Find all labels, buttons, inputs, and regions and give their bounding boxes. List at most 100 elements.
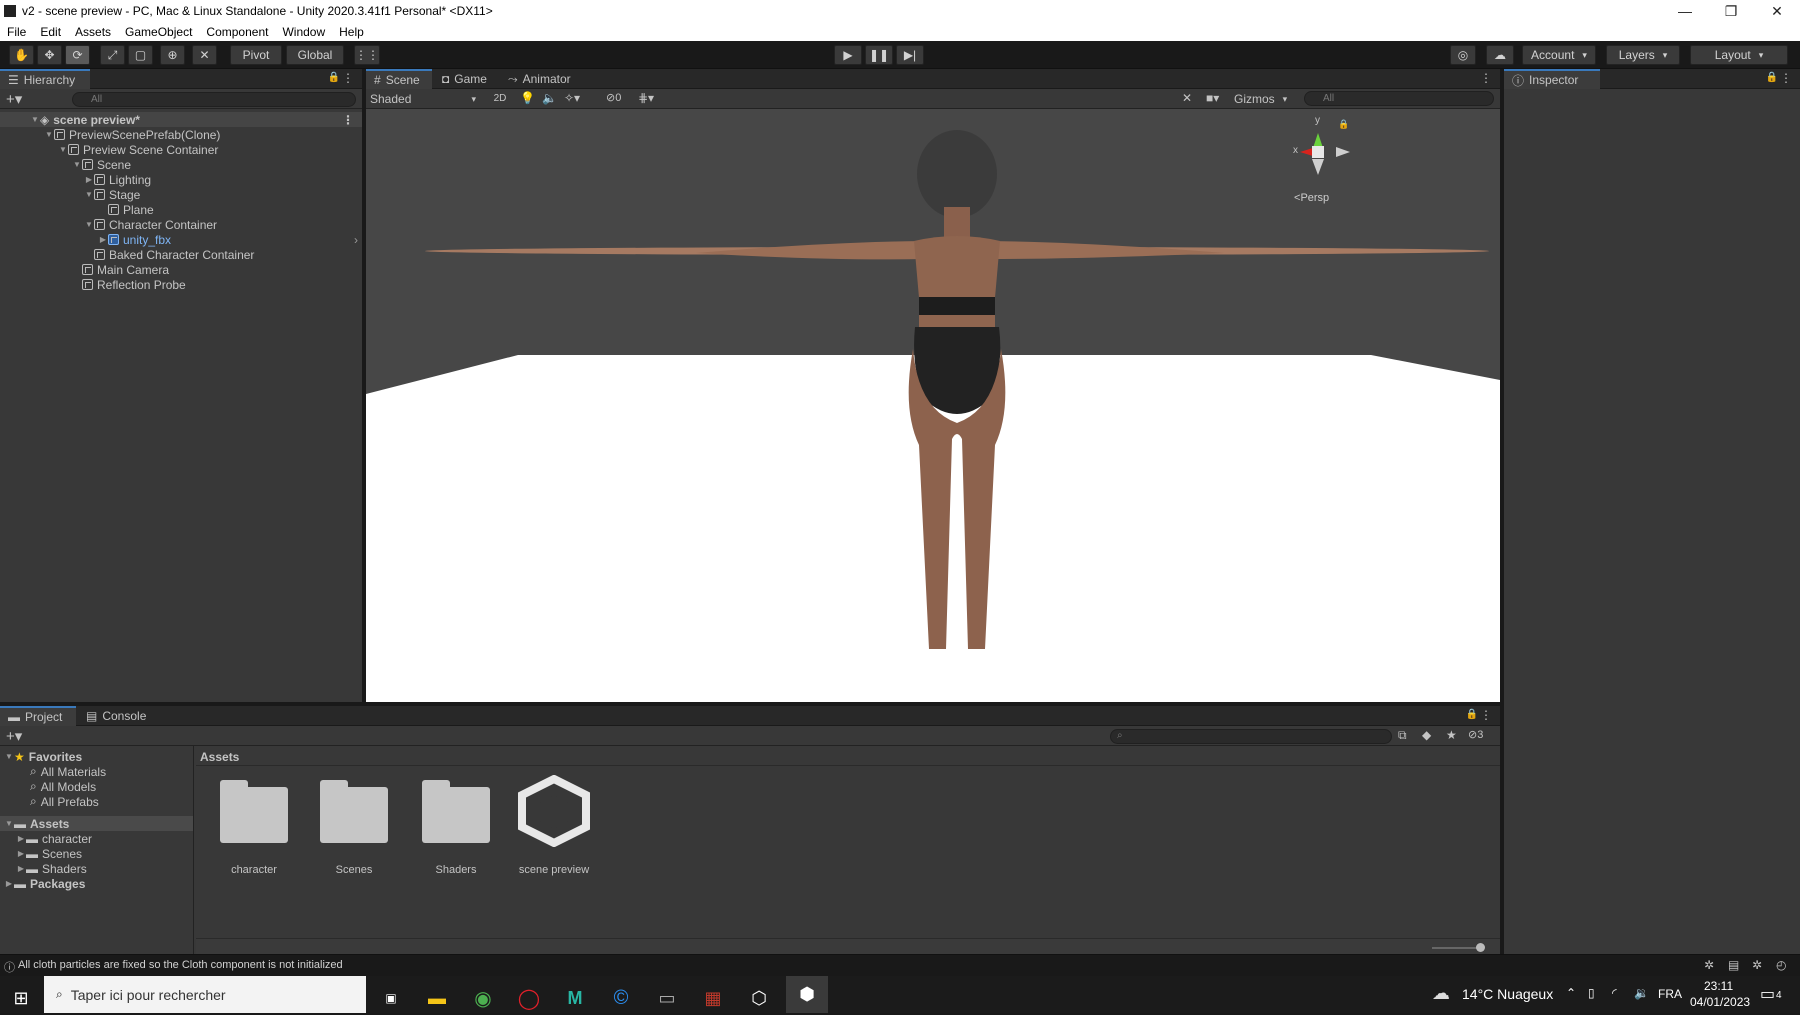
tab-animator[interactable]: ⤳ Animator: [500, 69, 580, 89]
tab-scene[interactable]: # Scene: [366, 69, 432, 89]
close-icon[interactable]: ✕: [1754, 3, 1800, 20]
transform-tool-icon[interactable]: ⊕: [160, 45, 185, 65]
tab-hierarchy[interactable]: ☰ Hierarchy: [0, 69, 90, 89]
progress-icon[interactable]: ◴: [1776, 958, 1786, 972]
shading-mode-dropdown[interactable]: Shaded: [370, 91, 480, 107]
tree-all-models[interactable]: ⌕ All Models: [0, 779, 193, 794]
layout-dropdown[interactable]: Layout: [1690, 45, 1788, 65]
clock-time[interactable]: 23:11: [1704, 979, 1733, 993]
tab-inspector[interactable]: ⓘ Inspector: [1504, 69, 1600, 89]
unity-editor-icon[interactable]: ⬢: [786, 976, 828, 1013]
tree-assets[interactable]: ▼ ▬ Assets: [0, 816, 193, 831]
hand-tool-icon[interactable]: ✋: [9, 45, 34, 65]
hierarchy-search-input[interactable]: All: [72, 92, 356, 107]
kebab-menu-icon[interactable]: ⋮: [342, 71, 354, 85]
folder-shaders-icon[interactable]: [422, 780, 490, 843]
account-dropdown[interactable]: Account: [1522, 45, 1596, 65]
tray-chevron-icon[interactable]: ⌃: [1566, 986, 1576, 1000]
custom-tool-icon[interactable]: ✕: [192, 45, 217, 65]
scale-tool-icon[interactable]: ⤢: [100, 45, 125, 65]
filter-type-icon[interactable]: ⧉: [1398, 728, 1407, 743]
tree-item-character-container[interactable]: ▼ Character Container: [0, 217, 362, 232]
clock-date[interactable]: 04/01/2023: [1690, 995, 1750, 1009]
cloud-icon[interactable]: ☁: [1486, 45, 1514, 65]
opera-icon[interactable]: ◯: [512, 981, 546, 1015]
lock-icon[interactable]: 🔒: [1466, 709, 1478, 720]
menu-file[interactable]: File: [0, 25, 33, 39]
audio-toggle-icon[interactable]: 🔈: [542, 91, 557, 105]
menu-edit[interactable]: Edit: [33, 25, 68, 39]
tree-item-baked-character-container[interactable]: Baked Character Container: [0, 247, 362, 262]
tree-folder-scenes[interactable]: ▶ ▬ Scenes: [0, 846, 193, 861]
zoom-slider-handle[interactable]: [1476, 943, 1485, 952]
hidden-packages-toggle[interactable]: ⊘3: [1468, 728, 1483, 741]
tree-item-previewsceneprefab[interactable]: ▼ PreviewScenePrefab(Clone): [0, 127, 362, 142]
expand-arrow-icon[interactable]: ▼: [30, 115, 40, 124]
task-view-icon[interactable]: ▣: [374, 981, 408, 1015]
chrome-icon[interactable]: ◉: [466, 981, 500, 1015]
grid-snap-icon[interactable]: ⋮⋮: [354, 45, 380, 65]
notifications-icon[interactable]: ▭: [1760, 984, 1775, 1004]
archive-app-icon[interactable]: ▦: [696, 981, 730, 1015]
assets-breadcrumb[interactable]: Assets: [196, 746, 1500, 766]
windows-start-icon[interactable]: ⊞: [4, 981, 38, 1015]
debug-icon[interactable]: ✲: [1704, 958, 1714, 972]
favorite-star-icon[interactable]: ★: [1446, 728, 1457, 742]
scene-viewport[interactable]: y x 🔒 <Persp: [366, 109, 1500, 702]
play-button[interactable]: ▶: [834, 45, 862, 65]
projection-toggle[interactable]: <Persp: [1294, 192, 1329, 204]
rotate-tool-icon[interactable]: ⟳: [65, 45, 90, 65]
grid-dropdown-icon[interactable]: ⋕▾: [638, 91, 654, 105]
tools-icon[interactable]: ✕: [1182, 91, 1192, 105]
weather-text[interactable]: 14°C Nuageux: [1462, 986, 1553, 1002]
folder-character-icon[interactable]: [220, 780, 288, 843]
scene-search-input[interactable]: All: [1304, 91, 1494, 106]
menu-gameobject[interactable]: GameObject: [118, 25, 199, 39]
tree-folder-shaders[interactable]: ▶ ▬ Shaders: [0, 861, 193, 876]
add-icon[interactable]: +▾: [6, 90, 22, 108]
menu-component[interactable]: Component: [199, 25, 275, 39]
item-menu-icon[interactable]: ⋮: [342, 113, 354, 127]
step-button[interactable]: ▶|: [896, 45, 924, 65]
app-m-icon[interactable]: M: [558, 981, 592, 1015]
2d-toggle[interactable]: 2D: [488, 91, 512, 107]
add-icon[interactable]: +▾: [6, 727, 22, 745]
gizmo-lock-icon[interactable]: 🔒: [1338, 119, 1349, 130]
orientation-gizmo[interactable]: y x 🔒: [1278, 115, 1358, 197]
tree-all-prefabs[interactable]: ⌕ All Prefabs: [0, 794, 193, 809]
chevron-right-icon[interactable]: ›: [354, 233, 358, 247]
wifi-icon[interactable]: ◜: [1612, 986, 1617, 1000]
gizmos-dropdown[interactable]: Gizmos: [1234, 91, 1287, 107]
menu-assets[interactable]: Assets: [68, 25, 118, 39]
tree-packages[interactable]: ▶ ▬ Packages: [0, 876, 193, 891]
menu-window[interactable]: Window: [275, 25, 332, 39]
tray-device-icon[interactable]: ▯: [1588, 986, 1595, 1000]
filter-label-icon[interactable]: ◆: [1422, 728, 1431, 742]
tree-item-scene-preview[interactable]: ▼ ◈ scene preview* ⋮: [0, 112, 362, 127]
console-icon[interactable]: ▤: [1728, 958, 1739, 972]
tree-item-main-camera[interactable]: Main Camera: [0, 262, 362, 277]
restore-icon[interactable]: ❐: [1708, 3, 1754, 20]
unity-hub-icon[interactable]: ⬡: [742, 981, 776, 1015]
tree-folder-character[interactable]: ▶ ▬ character: [0, 831, 193, 846]
unity-scene-asset-icon[interactable]: [518, 775, 590, 847]
project-search-input[interactable]: ⌕: [1110, 729, 1392, 744]
volume-icon[interactable]: 🔉: [1634, 986, 1649, 1000]
app-window-icon[interactable]: ▭: [650, 981, 684, 1015]
tree-favorites[interactable]: ▼ ★ Favorites: [0, 749, 193, 764]
menu-help[interactable]: Help: [332, 25, 371, 39]
tree-item-preview-scene-container[interactable]: ▼ Preview Scene Container: [0, 142, 362, 157]
tree-item-reflection-probe[interactable]: Reflection Probe: [0, 277, 362, 292]
camera-dropdown-icon[interactable]: ■▾: [1206, 91, 1219, 105]
tab-console[interactable]: ▤ Console: [78, 706, 158, 726]
rect-tool-icon[interactable]: ▢: [128, 45, 153, 65]
tree-item-scene[interactable]: ▼ Scene: [0, 157, 362, 172]
zoom-slider-track[interactable]: [1432, 947, 1482, 949]
lock-icon[interactable]: 🔒: [1766, 72, 1778, 83]
tab-game[interactable]: ◘ Game: [434, 69, 496, 89]
effects-dropdown-icon[interactable]: ✧▾: [564, 91, 580, 105]
tree-all-materials[interactable]: ⌕ All Materials: [0, 764, 193, 779]
lock-icon[interactable]: 🔒: [328, 72, 340, 83]
layers-dropdown[interactable]: Layers: [1606, 45, 1680, 65]
global-toggle[interactable]: Global: [286, 45, 344, 65]
